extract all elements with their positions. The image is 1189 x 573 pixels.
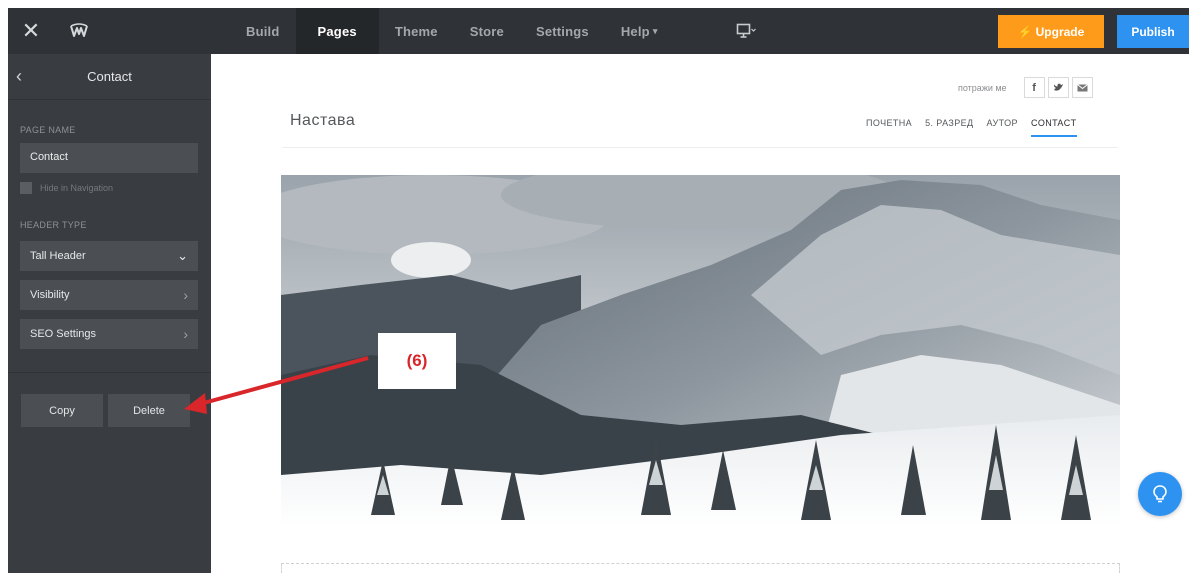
- chevron-down-icon: ▾: [652, 25, 658, 36]
- site-nav-home[interactable]: ПОЧЕТНА: [866, 118, 912, 137]
- chevron-right-icon: ›: [183, 287, 188, 303]
- close-icon[interactable]: ✕: [8, 8, 54, 54]
- monitor-icon: [736, 23, 756, 38]
- page-name-value: Contact: [30, 151, 68, 163]
- sidebar-title: Contact: [87, 69, 132, 84]
- lightbulb-icon: [1153, 485, 1167, 503]
- mail-icon[interactable]: [1071, 77, 1093, 98]
- publish-button[interactable]: Publish: [1117, 15, 1189, 48]
- page-name-label: PAGE NAME: [20, 125, 76, 135]
- tab-pages[interactable]: Pages: [295, 8, 379, 54]
- twitter-icon[interactable]: [1047, 77, 1069, 98]
- sidebar-header: ‹ Contact: [8, 54, 211, 100]
- annotation-text: (6): [406, 351, 428, 370]
- visibility-label: Visibility: [30, 289, 70, 301]
- tab-help[interactable]: Help ▾: [605, 8, 674, 54]
- tab-settings[interactable]: Settings: [520, 8, 605, 54]
- main-nav: Build Pages Theme Store Settings Help ▾: [230, 8, 674, 54]
- chevron-down-icon: ⌄: [177, 248, 188, 263]
- header-type-value: Tall Header: [30, 250, 86, 262]
- header-type-select[interactable]: Tall Header ⌄: [20, 241, 198, 271]
- lightning-icon: ⚡: [1017, 24, 1033, 39]
- delete-label: Delete: [133, 404, 165, 417]
- tab-pages-label: Pages: [317, 23, 357, 39]
- upgrade-button[interactable]: ⚡ Upgrade: [998, 15, 1104, 48]
- site-nav-author[interactable]: АУТОР: [987, 118, 1018, 137]
- hide-in-navigation-checkbox[interactable]: Hide in Navigation: [20, 182, 113, 194]
- header-divider: [282, 147, 1118, 148]
- content-drop-area[interactable]: [281, 563, 1120, 573]
- tab-build-label: Build: [246, 23, 280, 39]
- facebook-glyph: f: [1032, 81, 1036, 94]
- tab-store-label: Store: [469, 23, 504, 39]
- copy-button[interactable]: Copy: [21, 394, 103, 427]
- site-nav-grade5[interactable]: 5. РАЗРЕД: [925, 118, 973, 137]
- weebly-logo-icon[interactable]: [54, 8, 104, 54]
- upgrade-label: Upgrade: [1035, 24, 1085, 39]
- tab-theme[interactable]: Theme: [379, 8, 454, 54]
- site-navigation: ПОЧЕТНА 5. РАЗРЕД АУТОР CONTACT: [866, 118, 1090, 137]
- site-social-bar: потражи ме f: [958, 77, 1093, 98]
- facebook-icon[interactable]: f: [1023, 77, 1045, 98]
- annotation-label: (6): [378, 333, 456, 389]
- hide-in-navigation-label: Hide in Navigation: [40, 183, 114, 193]
- seo-settings-label: SEO Settings: [30, 328, 97, 340]
- tab-help-label: Help: [620, 23, 650, 39]
- copy-label: Copy: [49, 404, 75, 417]
- checkbox-icon: [20, 182, 32, 194]
- chevron-right-icon: ›: [183, 326, 188, 342]
- publish-label: Publish: [1131, 24, 1175, 39]
- visibility-row[interactable]: Visibility ›: [20, 280, 198, 310]
- tab-build[interactable]: Build: [230, 8, 296, 54]
- top-toolbar: ✕ Build Pages Theme Store Settings Help ▾…: [8, 8, 1189, 54]
- delete-button[interactable]: Delete: [108, 394, 190, 427]
- help-lightbulb-button[interactable]: [1138, 472, 1182, 516]
- header-type-label: HEADER TYPE: [20, 220, 87, 230]
- page-name-input[interactable]: Contact: [20, 143, 198, 173]
- site-title[interactable]: Настава: [290, 112, 355, 130]
- tab-store[interactable]: Store: [454, 8, 520, 54]
- tab-theme-label: Theme: [394, 23, 438, 39]
- sidebar-divider: [8, 372, 211, 373]
- seo-settings-row[interactable]: SEO Settings ›: [20, 319, 198, 349]
- social-label: потражи ме: [958, 82, 1007, 93]
- site-nav-contact[interactable]: CONTACT: [1030, 118, 1077, 137]
- tab-settings-label: Settings: [535, 23, 589, 39]
- device-preview-toggle[interactable]: [736, 8, 756, 54]
- page-settings-sidebar: ‹ Contact PAGE NAME Contact Hide in Navi…: [8, 54, 211, 573]
